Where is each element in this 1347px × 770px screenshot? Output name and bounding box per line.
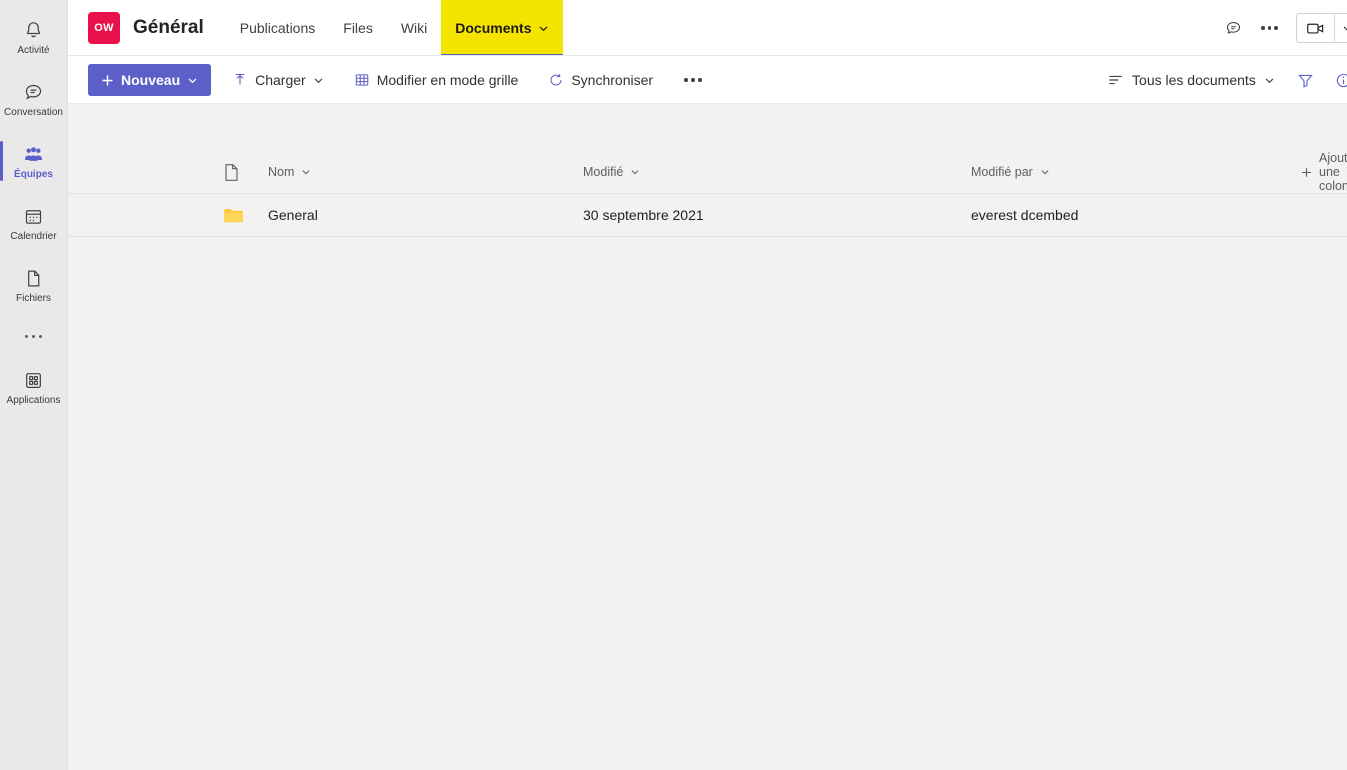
page-title: Général <box>133 17 204 38</box>
document-icon <box>223 163 268 182</box>
dot <box>698 78 702 82</box>
file-list: Nom Modifié Modifié par Ajout une colon … <box>68 104 1347 237</box>
sync-button[interactable]: Synchroniser <box>539 64 662 96</box>
sidebar-item-conversation[interactable]: Conversation <box>0 68 68 130</box>
file-modified-by-cell: everest dcembed <box>971 207 1079 223</box>
tab-documents[interactable]: Documents <box>441 0 563 57</box>
sidebar-item-calendrier[interactable]: Calendrier <box>0 192 68 254</box>
tab-publications[interactable]: Publications <box>226 0 330 56</box>
apps-grid-icon <box>23 368 44 392</box>
dot <box>32 334 35 338</box>
plus-icon <box>1301 167 1312 178</box>
sidebar-item-label: Conversation <box>4 107 63 118</box>
header-actions <box>1224 13 1347 43</box>
table-row[interactable]: General 30 septembre 2021 everest dcembe… <box>68 194 1347 237</box>
sidebar-more-apps-button[interactable] <box>0 316 68 356</box>
sidebar-item-label: Équipes <box>14 169 53 180</box>
folder-icon <box>223 207 268 224</box>
column-header-modified[interactable]: Modifié <box>583 165 971 179</box>
sidebar-item-label: Fichiers <box>15 293 51 304</box>
channel-header: OW Général Publications Files Wiki Docum… <box>68 0 1347 57</box>
dot <box>684 78 688 82</box>
file-list-area: Nom Modifié Modifié par Ajout une colon … <box>68 104 1347 770</box>
sync-label: Synchroniser <box>571 72 654 88</box>
chat-bubble-icon[interactable] <box>1224 19 1243 38</box>
sidebar-item-fichiers[interactable]: Fichiers <box>0 254 68 316</box>
edit-grid-label: Modifier en mode grille <box>376 72 519 88</box>
bell-icon <box>23 18 44 42</box>
file-name-cell[interactable]: General <box>268 207 583 223</box>
file-icon <box>23 266 44 290</box>
filter-funnel-icon[interactable] <box>1289 64 1323 96</box>
sync-icon <box>548 72 564 88</box>
tab-label: Files <box>343 20 373 36</box>
column-header-label: Modifié <box>583 165 624 179</box>
add-column-label: Ajouter une colonne <box>1319 151 1347 193</box>
chevron-down-icon <box>1040 167 1050 177</box>
edit-grid-view-button[interactable]: Modifier en mode grille <box>345 64 528 96</box>
sidebar-item-applications[interactable]: Applications <box>0 356 68 418</box>
upload-button[interactable]: Charger <box>223 64 333 96</box>
command-overflow-button[interactable] <box>678 70 708 90</box>
tab-wiki[interactable]: Wiki <box>387 0 441 56</box>
sidebar-item-label: Calendrier <box>10 231 57 242</box>
chevron-down-icon <box>301 167 311 177</box>
column-header-label: Nom <box>268 165 295 179</box>
tab-label: Publications <box>239 20 316 36</box>
chat-icon <box>23 80 44 104</box>
column-header-name[interactable]: Nom <box>268 165 583 179</box>
grid-table-icon <box>354 72 370 88</box>
file-list-header: Nom Modifié Modifié par Ajout une colon <box>68 151 1347 194</box>
chevron-down-icon <box>538 23 549 34</box>
chevron-down-icon <box>1264 75 1275 86</box>
video-camera-icon[interactable] <box>1297 14 1334 42</box>
tab-label: Documents <box>455 20 532 36</box>
information-circle-icon[interactable] <box>1327 64 1347 96</box>
file-modified-cell: 30 septembre 2021 <box>583 207 704 223</box>
dot <box>1267 26 1272 30</box>
new-button-label: Nouveau <box>121 72 181 88</box>
sidebar-item-label: Applications <box>6 395 61 406</box>
header-more-button[interactable] <box>1257 22 1282 34</box>
sidebar-item-equipes[interactable]: Équipes <box>0 130 68 192</box>
calendar-icon <box>23 204 44 228</box>
chevron-down-icon <box>313 75 324 86</box>
document-command-bar: Nouveau Charger Modifier en mode grille … <box>68 56 1347 104</box>
sidebar-item-label: Activité <box>17 45 50 56</box>
teams-app-window: Activité Conversation Équipes Calendrier… <box>0 0 1347 770</box>
meet-dropdown-caret[interactable] <box>1333 14 1347 42</box>
tab-label: Wiki <box>400 20 428 36</box>
column-header-label: Modifié par <box>971 165 1033 179</box>
dot <box>25 334 28 338</box>
upload-icon <box>232 72 248 88</box>
avatar: OW <box>88 12 120 44</box>
chevron-down-icon <box>187 75 198 86</box>
command-bar-right: Tous les documents <box>1098 64 1347 96</box>
plus-icon <box>101 74 114 87</box>
dot <box>1274 26 1278 30</box>
main-content-area: OW Général Publications Files Wiki Docum… <box>68 0 1347 770</box>
view-selector-label: Tous les documents <box>1132 72 1256 88</box>
tab-files[interactable]: Files <box>329 0 387 56</box>
meet-now-button-group <box>1295 13 1347 43</box>
sidebar-item-activite[interactable]: Activité <box>0 6 68 68</box>
dot <box>691 78 695 82</box>
new-button[interactable]: Nouveau <box>88 64 212 96</box>
dot <box>1261 26 1265 30</box>
list-view-icon <box>1108 73 1124 87</box>
left-app-rail: Activité Conversation Équipes Calendrier… <box>0 0 68 770</box>
dot <box>39 334 42 338</box>
add-column-button[interactable]: Ajouter une colonne <box>1301 151 1347 193</box>
channel-tabs: Publications Files Wiki Documents <box>226 0 563 57</box>
chevron-down-icon <box>630 167 640 177</box>
teams-people-icon <box>22 142 45 166</box>
upload-label: Charger <box>255 72 306 88</box>
view-selector[interactable]: Tous les documents <box>1098 64 1285 96</box>
column-header-modified-by[interactable]: Modifié par <box>971 165 1301 179</box>
